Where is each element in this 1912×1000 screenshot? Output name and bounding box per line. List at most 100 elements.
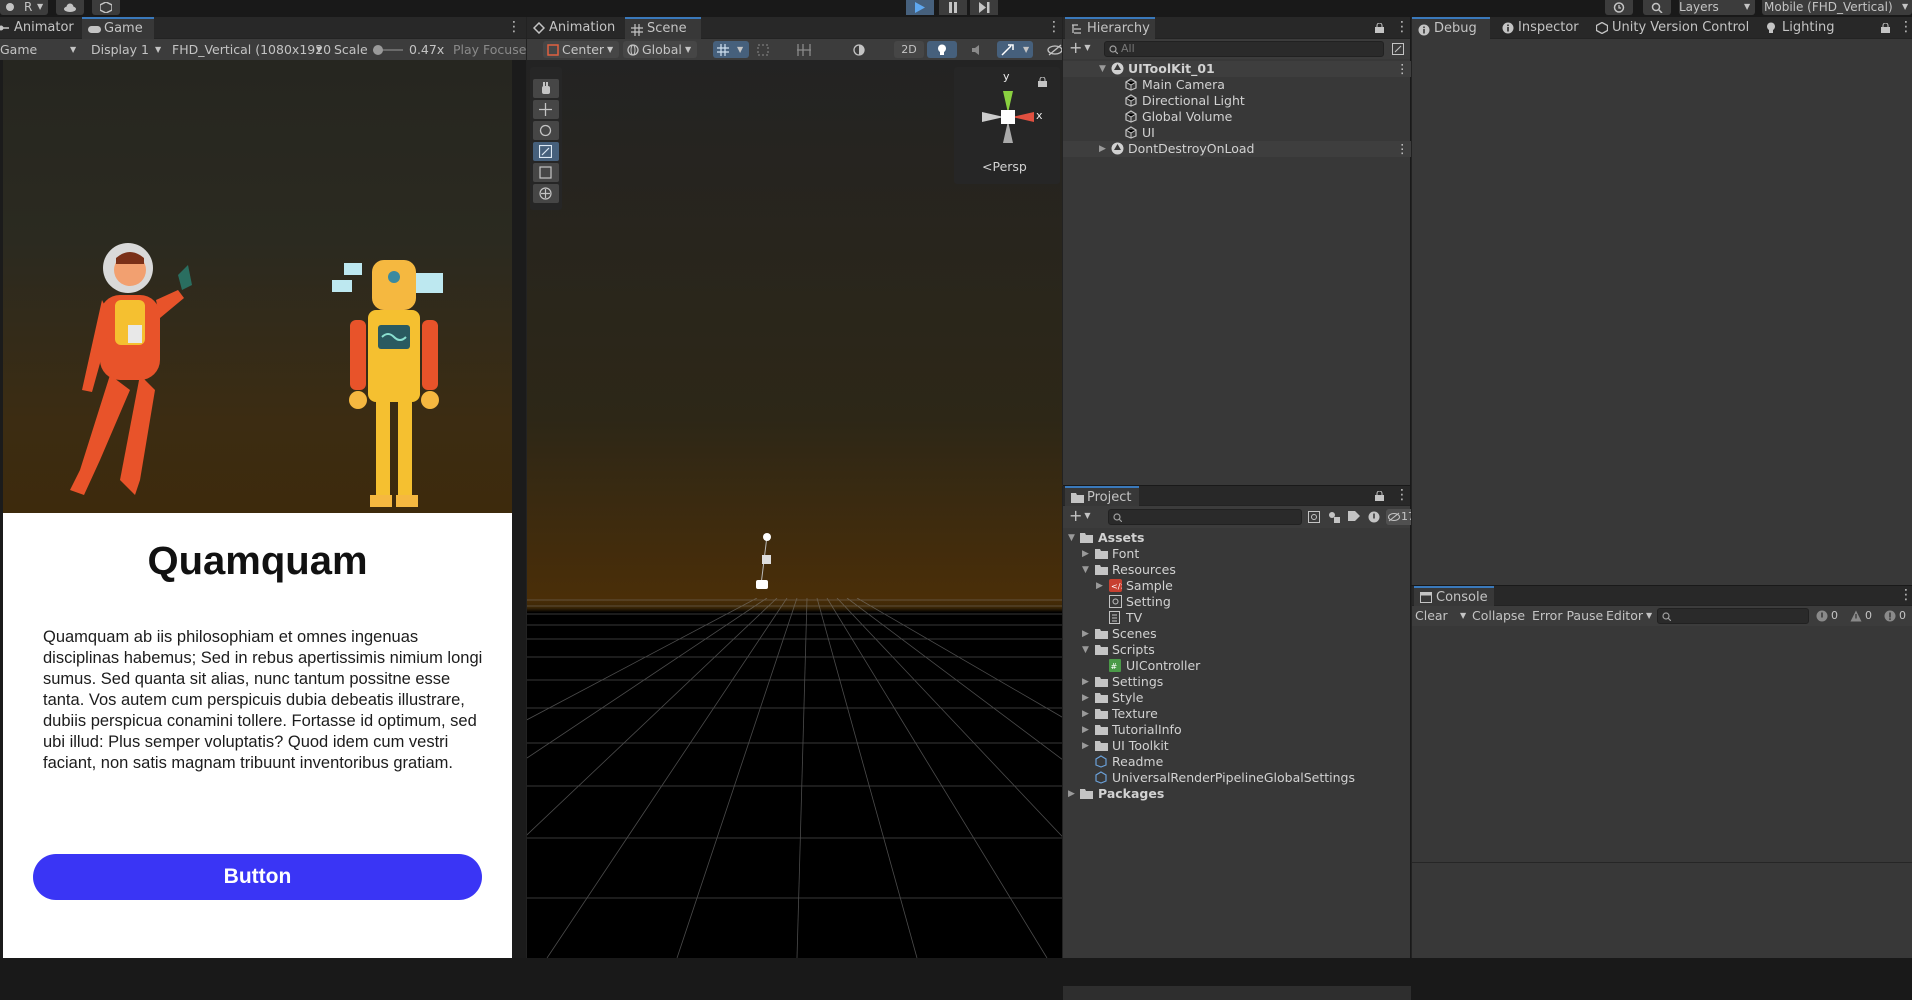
- expand-arrow[interactable]: ▶: [1082, 690, 1089, 706]
- tab-game[interactable]: Game: [82, 17, 154, 39]
- card-button[interactable]: Button: [33, 854, 482, 900]
- scene-panel-menu-icon[interactable]: ⋮: [1047, 20, 1061, 34]
- resolution-dropdown[interactable]: FHD_Vertical (1080x1920 ▼: [172, 42, 331, 58]
- project-item-uitoolkit[interactable]: ▶ UI Toolkit: [1063, 738, 1411, 754]
- project-scrollbar[interactable]: [1063, 986, 1411, 1000]
- search-button[interactable]: [1643, 0, 1671, 15]
- project-item-readme[interactable]: Readme: [1063, 754, 1411, 770]
- play-button[interactable]: [906, 0, 934, 15]
- expand-arrow[interactable]: ▶: [1082, 738, 1089, 754]
- scale-tool-button[interactable]: [533, 142, 559, 161]
- clear-button[interactable]: Clear ▼: [1415, 608, 1466, 624]
- increment-snap-icon[interactable]: [757, 44, 769, 56]
- scale-slider-thumb[interactable]: [373, 45, 383, 55]
- layers-dropdown[interactable]: Layers ▼: [1679, 0, 1755, 15]
- tab-inspector[interactable]: Inspector: [1496, 17, 1586, 39]
- expand-arrow[interactable]: ▼: [1082, 642, 1089, 658]
- rotate-tool-button[interactable]: [533, 121, 559, 140]
- project-item-texture[interactable]: ▶ Texture: [1063, 706, 1411, 722]
- display-dropdown[interactable]: Display 1 ▼: [91, 42, 165, 58]
- collapse-toggle[interactable]: Collapse: [1472, 608, 1525, 624]
- pivot-dropdown[interactable]: Center ▼: [543, 41, 619, 58]
- project-item-resources[interactable]: ▼ Resources: [1063, 562, 1411, 578]
- tab-project[interactable]: Project: [1065, 486, 1139, 506]
- error-pause-toggle[interactable]: Error Pause: [1532, 608, 1603, 624]
- inspector-lock-icon[interactable]: [1881, 23, 1890, 33]
- project-item-settings[interactable]: ▶ Settings: [1063, 674, 1411, 690]
- scene-row-menu-icon[interactable]: ⋮: [1396, 61, 1409, 77]
- expand-arrow[interactable]: ▶: [1096, 578, 1103, 594]
- project-item-setting[interactable]: Setting: [1063, 594, 1411, 610]
- console-log-area[interactable]: [1412, 627, 1912, 847]
- project-item-font[interactable]: ▶ Font: [1063, 546, 1411, 562]
- filter-by-log-icon[interactable]: [1368, 511, 1380, 523]
- packages-expand-arrow[interactable]: ▶: [1068, 786, 1075, 802]
- scene-expand-arrow[interactable]: ▼: [1099, 61, 1106, 77]
- collab-button[interactable]: [92, 0, 120, 15]
- project-item-sample[interactable]: ▶ </> Sample: [1063, 578, 1411, 594]
- project-item-assets[interactable]: ▼ Assets: [1063, 530, 1411, 546]
- editor-dropdown[interactable]: Editor ▼: [1606, 608, 1654, 624]
- ddol-expand-arrow[interactable]: ▶: [1099, 141, 1106, 157]
- assets-expand-arrow[interactable]: ▼: [1068, 530, 1075, 546]
- project-item-scenes[interactable]: ▶ Scenes: [1063, 626, 1411, 642]
- tab-scene[interactable]: Scene: [625, 17, 701, 39]
- console-menu-icon[interactable]: ⋮: [1899, 588, 1912, 602]
- effects-toggle[interactable]: ▼: [997, 41, 1033, 58]
- tab-lighting[interactable]: Lighting: [1760, 17, 1850, 39]
- expand-arrow[interactable]: ▶: [1082, 706, 1089, 722]
- console-search-field[interactable]: [1657, 608, 1809, 624]
- hierarchy-ddol-row[interactable]: ▶ DontDestroyOnLoad ⋮: [1063, 141, 1411, 157]
- hierarchy-item-ui[interactable]: UI: [1063, 125, 1411, 141]
- project-item-tutorialinfo[interactable]: ▶ TutorialInfo: [1063, 722, 1411, 738]
- project-item-tv[interactable]: TV: [1063, 610, 1411, 626]
- tab-console[interactable]: Console: [1414, 586, 1494, 606]
- tab-animation[interactable]: Animation: [527, 17, 623, 39]
- hierarchy-lock-icon[interactable]: [1375, 23, 1384, 33]
- hidden-objects-icon[interactable]: [1047, 44, 1063, 56]
- game-mode-dropdown[interactable]: Game ▼: [0, 42, 80, 58]
- expand-arrow[interactable]: ▼: [1082, 562, 1089, 578]
- gizmo-handles-icon[interactable]: [797, 44, 811, 56]
- search-by-type-icon[interactable]: [1308, 511, 1320, 523]
- project-lock-icon[interactable]: [1375, 491, 1384, 501]
- game-panel-menu-icon[interactable]: ⋮: [507, 20, 521, 34]
- project-item-urp-settings[interactable]: UniversalRenderPipelineGlobalSettings: [1063, 770, 1411, 786]
- hierarchy-add-button[interactable]: + ▼: [1069, 39, 1091, 60]
- tab-debug[interactable]: Debug: [1412, 17, 1490, 39]
- account-button[interactable]: R ▼: [0, 0, 48, 15]
- game-view[interactable]: Quamquam Quamquam ab iis philosophiam et…: [0, 60, 526, 958]
- inspector-menu-icon[interactable]: ⋮: [1899, 20, 1912, 34]
- expand-arrow[interactable]: ▶: [1082, 674, 1089, 690]
- rect-tool-button[interactable]: [533, 163, 559, 182]
- hierarchy-item-main-camera[interactable]: Main Camera: [1063, 77, 1411, 93]
- orientation-gizmo[interactable]: y x <Persp: [954, 67, 1060, 184]
- toggle-2d-button[interactable]: 2D: [894, 41, 924, 58]
- audio-toggle-icon[interactable]: [971, 44, 983, 56]
- ddol-row-menu-icon[interactable]: ⋮: [1396, 141, 1409, 157]
- project-search-field[interactable]: [1108, 509, 1302, 525]
- hierarchy-item-directional-light[interactable]: Directional Light: [1063, 93, 1411, 109]
- hierarchy-scene-row[interactable]: ▼ UIToolKit_01 ⋮: [1063, 61, 1411, 77]
- history-button[interactable]: [1605, 0, 1633, 15]
- tab-animator[interactable]: Animator: [0, 17, 82, 39]
- project-item-scripts[interactable]: ▼ Scripts: [1063, 642, 1411, 658]
- expand-arrow[interactable]: ▶: [1082, 722, 1089, 738]
- project-add-button[interactable]: + ▼: [1069, 507, 1091, 528]
- project-item-uicontroller[interactable]: # UIController: [1063, 658, 1411, 674]
- expand-arrow[interactable]: ▶: [1082, 546, 1089, 562]
- hierarchy-search-field[interactable]: All: [1104, 41, 1384, 57]
- project-item-style[interactable]: ▶ Style: [1063, 690, 1411, 706]
- space-dropdown[interactable]: Global ▼: [623, 41, 697, 58]
- hierarchy-scene-visibility-icon[interactable]: [1392, 43, 1404, 55]
- tab-version-control[interactable]: Unity Version Control: [1590, 17, 1760, 39]
- pause-button[interactable]: [939, 0, 967, 15]
- shading-mode-icon[interactable]: [853, 44, 867, 56]
- transform-tool-button[interactable]: [533, 184, 559, 203]
- clear-options-arrow[interactable]: ▼: [1460, 608, 1466, 624]
- filter-by-type-icon[interactable]: [1328, 511, 1341, 523]
- grid-snap-button[interactable]: ▼: [713, 41, 749, 58]
- scene-view[interactable]: y x <Persp: [527, 60, 1063, 958]
- hierarchy-menu-icon[interactable]: ⋮: [1395, 20, 1409, 34]
- play-focused-dropdown[interactable]: Play Focuse: [453, 42, 526, 58]
